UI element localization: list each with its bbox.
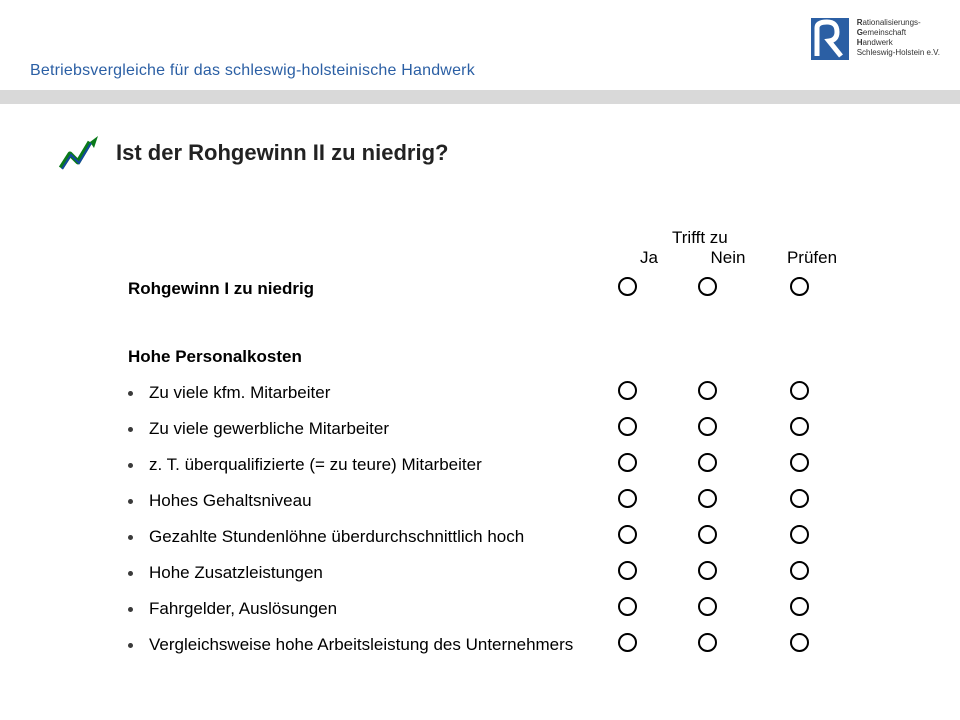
list-item-sub: Zu viele gewerbliche Mitarbeiter [102, 414, 920, 444]
option-nein[interactable] [698, 453, 717, 472]
column-header-pruefen: Prüfen [770, 248, 854, 268]
option-ja[interactable] [618, 525, 637, 544]
option-pruf[interactable] [790, 453, 809, 472]
option-ja[interactable] [618, 381, 637, 400]
list-item-sub: Vergleichsweise hohe Arbeitsleistung des… [102, 630, 920, 660]
item-label: Zu viele gewerbliche Mitarbeiter [149, 419, 389, 439]
bullet-sphere-icon [102, 281, 118, 297]
option-nein[interactable] [698, 633, 717, 652]
logo-text: Rationalisierungs- Gemeinschaft Handwerk… [857, 18, 940, 58]
column-group-label: Trifft zu [672, 228, 728, 247]
option-ja[interactable] [618, 633, 637, 652]
column-header-ja: Ja [612, 248, 686, 268]
content: Ist der Rohgewinn II zu niedrig? Trifft … [58, 140, 920, 660]
option-nein[interactable] [698, 597, 717, 616]
list-item-sub: Zu viele kfm. Mitarbeiter [102, 378, 920, 408]
column-headers: Ja Nein Prüfen [102, 248, 920, 268]
logo-block: Rationalisierungs- Gemeinschaft Handwerk… [811, 18, 940, 60]
option-pruf[interactable] [790, 381, 809, 400]
list-item-main: Rohgewinn I zu niedrig [102, 274, 920, 304]
item-label: Gezahlte Stundenlöhne überdurchschnittli… [149, 527, 524, 547]
bullet-dot-icon [128, 391, 133, 396]
option-ja[interactable] [618, 453, 637, 472]
option-pruf[interactable] [790, 489, 809, 508]
option-pruf[interactable] [790, 525, 809, 544]
list-item-sub: z. T. überqualifizierte (= zu teure) Mit… [102, 450, 920, 480]
option-nein[interactable] [698, 561, 717, 580]
option-nein[interactable] [698, 489, 717, 508]
question-row: Ist der Rohgewinn II zu niedrig? [58, 140, 920, 178]
bullet-dot-icon [128, 571, 133, 576]
item-label: Vergleichsweise hohe Arbeitsleistung des… [149, 635, 573, 655]
option-pruf[interactable] [790, 277, 809, 296]
item-label: Hohe Personalkosten [128, 347, 302, 367]
bullet-dot-icon [128, 427, 133, 432]
bullet-dot-icon [128, 643, 133, 648]
option-pruf[interactable] [790, 633, 809, 652]
list-item-sub: Hohes Gehaltsniveau [102, 486, 920, 516]
option-nein[interactable] [698, 381, 717, 400]
item-label: Zu viele kfm. Mitarbeiter [149, 383, 330, 403]
header: Betriebsvergleiche für das schleswig-hol… [0, 0, 960, 100]
item-label: Hohe Zusatzleistungen [149, 563, 323, 583]
option-nein[interactable] [698, 525, 717, 544]
option-pruf[interactable] [790, 561, 809, 580]
list-item-main: Hohe Personalkosten [102, 342, 920, 372]
option-ja[interactable] [618, 277, 637, 296]
question-heading: Ist der Rohgewinn II zu niedrig? [116, 140, 448, 166]
bullet-dot-icon [128, 499, 133, 504]
checklist: Trifft zu Ja Nein Prüfen Rohgewinn I zu … [102, 228, 920, 660]
item-label: Fahrgelder, Auslösungen [149, 599, 337, 619]
logo-icon [811, 18, 849, 60]
bullet-sphere-icon [102, 349, 118, 365]
option-ja[interactable] [618, 489, 637, 508]
option-pruf[interactable] [790, 597, 809, 616]
option-ja[interactable] [618, 597, 637, 616]
page-title: Betriebsvergleiche für das schleswig-hol… [30, 62, 475, 80]
column-group-header: Trifft zu [102, 228, 920, 248]
bullet-dot-icon [128, 463, 133, 468]
list-item-sub: Hohe Zusatzleistungen [102, 558, 920, 588]
divider-bar [0, 90, 960, 104]
column-header-nein: Nein [686, 248, 770, 268]
option-ja[interactable] [618, 417, 637, 436]
list-item-sub: Gezahlte Stundenlöhne überdurchschnittli… [102, 522, 920, 552]
option-nein[interactable] [698, 277, 717, 296]
item-label: Hohes Gehaltsniveau [149, 491, 312, 511]
bullet-dot-icon [128, 607, 133, 612]
list-item-sub: Fahrgelder, Auslösungen [102, 594, 920, 624]
option-pruf[interactable] [790, 417, 809, 436]
item-label: Rohgewinn I zu niedrig [128, 279, 314, 299]
chart-arrow-icon [58, 134, 102, 178]
item-label: z. T. überqualifizierte (= zu teure) Mit… [149, 455, 482, 475]
option-nein[interactable] [698, 417, 717, 436]
bullet-dot-icon [128, 535, 133, 540]
option-ja[interactable] [618, 561, 637, 580]
